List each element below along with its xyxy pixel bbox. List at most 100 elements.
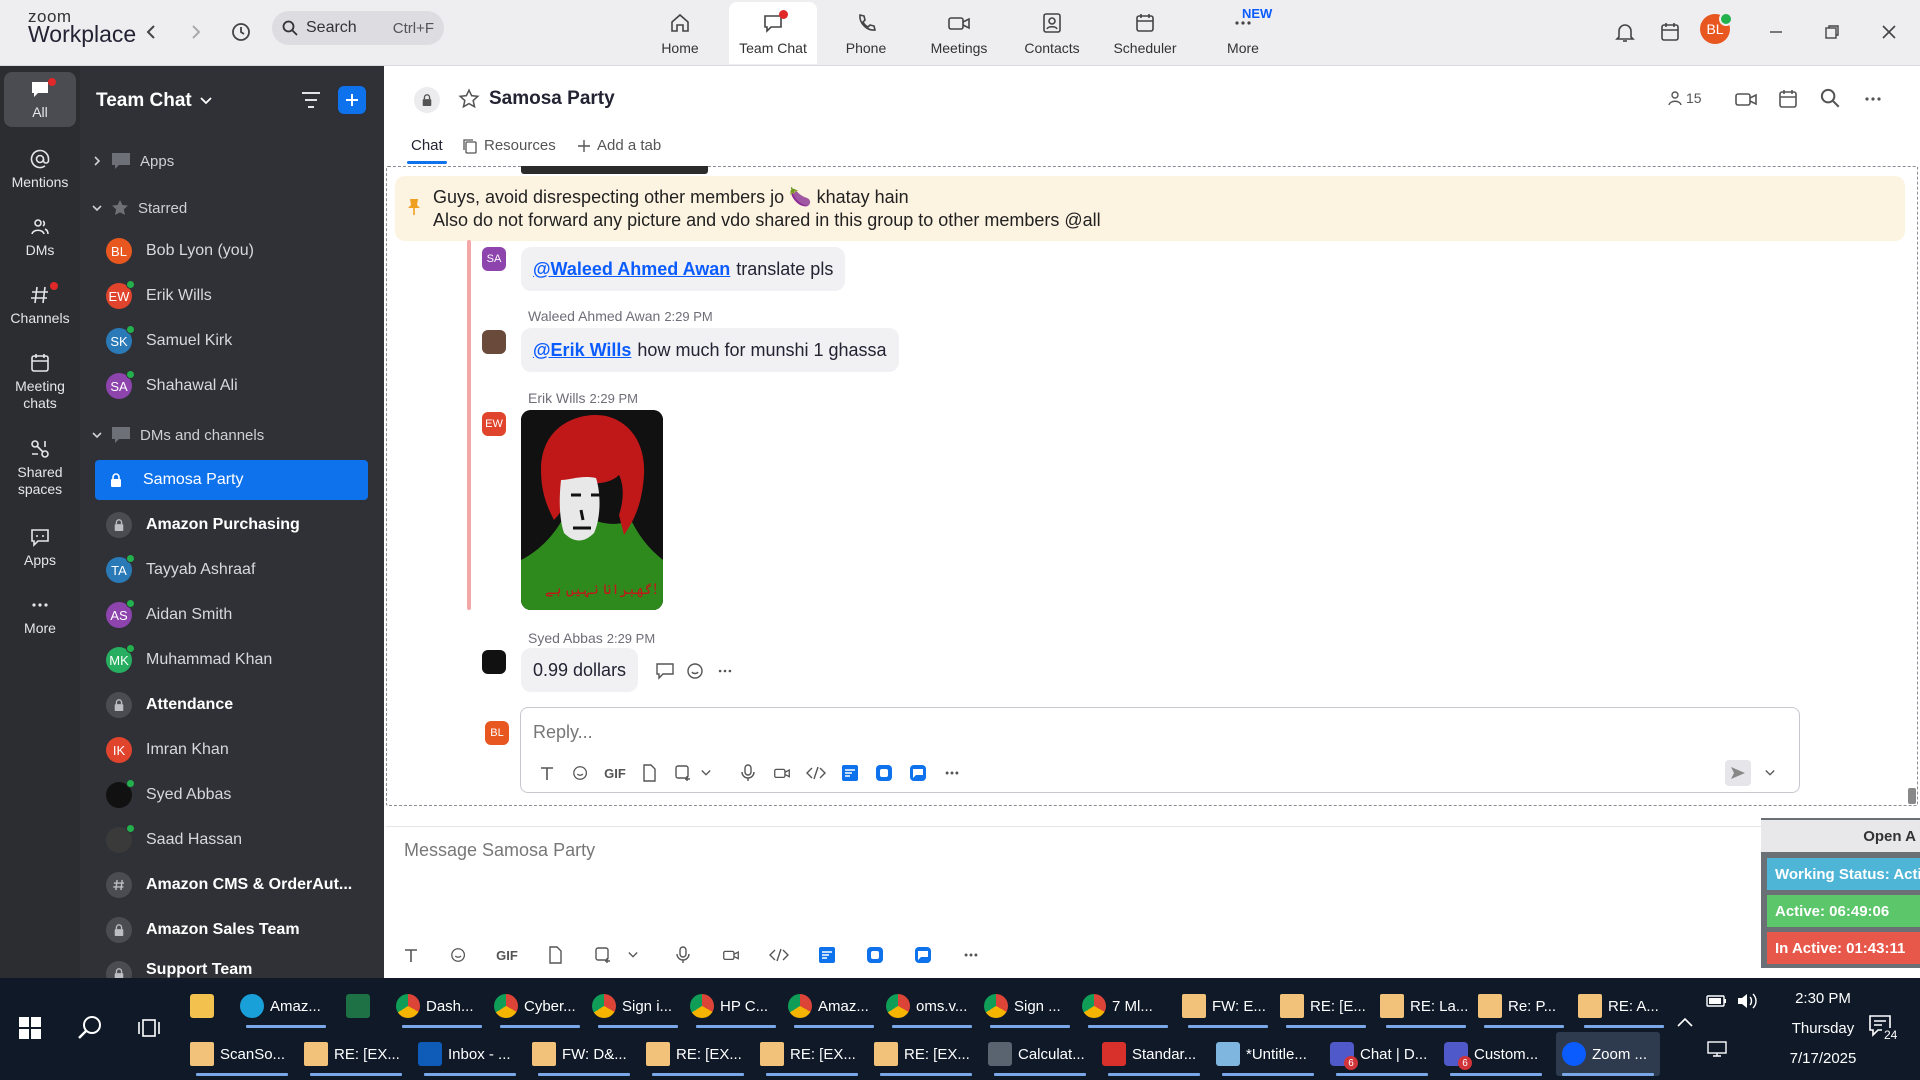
taskbar-mail-10[interactable]: RE: [EX... xyxy=(760,1032,864,1076)
rail-shared-spaces[interactable]: Shared spaces xyxy=(4,438,76,498)
taskbar-teams-1[interactable]: 6 Chat | D... xyxy=(1330,1032,1434,1076)
section-dms-and-channels[interactable]: DMs and channels xyxy=(92,420,372,450)
nav-contacts[interactable]: Contacts xyxy=(1008,2,1096,64)
message-bubble[interactable]: 0.99 dollars xyxy=(521,648,639,692)
nav-phone[interactable]: Phone xyxy=(822,2,910,64)
app-blue-1-icon[interactable] xyxy=(814,942,840,968)
scrollbar-thumb[interactable] xyxy=(1908,788,1916,804)
taskbar-notepad[interactable]: *Untitle... xyxy=(1216,1032,1320,1076)
emoji-reaction-icon[interactable] xyxy=(686,662,706,680)
taskbar-outlook[interactable]: Inbox - ... xyxy=(418,1032,522,1076)
taskbar-mail-3[interactable]: RE: La... xyxy=(1380,984,1472,1028)
video-call-icon[interactable] xyxy=(1734,88,1758,110)
avatar[interactable]: EW xyxy=(482,412,506,436)
app-blue-2-icon[interactable] xyxy=(871,760,897,786)
members-button[interactable]: 15 xyxy=(1668,90,1702,106)
tab-chat[interactable]: Chat xyxy=(407,137,447,164)
rail-mentions[interactable]: Mentions xyxy=(4,148,76,191)
sidebar-title[interactable]: Team Chat xyxy=(96,90,212,112)
file-icon[interactable] xyxy=(542,942,568,968)
app-blue-3-icon[interactable] xyxy=(905,760,931,786)
search-box[interactable]: Search Ctrl+F xyxy=(272,11,444,45)
file-icon[interactable] xyxy=(636,760,662,786)
forward-arrow-icon[interactable] xyxy=(182,18,210,46)
sidebar-item-muhammad-khan[interactable]: MK Muhammad Khan xyxy=(92,640,368,680)
network-icon[interactable] xyxy=(1706,1040,1728,1058)
nav-meetings[interactable]: Meetings xyxy=(915,2,1003,64)
taskbar-zoom[interactable]: Zoom ... xyxy=(1556,1032,1660,1076)
taskbar-excel[interactable] xyxy=(346,984,380,1028)
send-options-chevron-icon[interactable] xyxy=(1757,760,1783,786)
notification-center-icon[interactable]: 24 xyxy=(1868,1014,1900,1044)
sidebar-item-support-team[interactable]: Support Team xyxy=(92,955,368,978)
sidebar-item-amazon-cms[interactable]: Amazon CMS & OrderAut... xyxy=(92,865,368,905)
mention-link[interactable]: @Erik Wills xyxy=(533,340,631,361)
reply-box[interactable]: Reply... GIF xyxy=(520,707,1800,793)
calendar-icon[interactable] xyxy=(1656,18,1684,46)
taskbar-mail-5[interactable]: RE: A... xyxy=(1578,984,1670,1028)
format-text-icon[interactable] xyxy=(534,760,560,786)
taskbar-chrome-6[interactable]: oms.v... xyxy=(886,984,978,1028)
sidebar-item-samuel-kirk[interactable]: SK Samuel Kirk xyxy=(92,321,368,361)
chevron-down-icon[interactable] xyxy=(620,942,646,968)
taskbar-mail-6[interactable]: ScanSo... xyxy=(190,1032,294,1076)
send-icon[interactable] xyxy=(1725,760,1751,786)
channel-title[interactable]: Samosa Party xyxy=(489,88,615,110)
taskbar-chrome-2[interactable]: Cyber... xyxy=(494,984,586,1028)
code-icon[interactable] xyxy=(803,760,829,786)
reply-input[interactable]: Reply... xyxy=(533,722,593,743)
video-message-icon[interactable] xyxy=(769,760,795,786)
format-text-icon[interactable] xyxy=(398,942,424,968)
schedule-icon[interactable] xyxy=(1777,88,1799,110)
sidebar-item-bob-lyon[interactable]: BL Bob Lyon (you) xyxy=(92,231,368,271)
emoji-icon[interactable] xyxy=(446,942,472,968)
microphone-icon[interactable] xyxy=(670,942,696,968)
gif-icon[interactable]: GIF xyxy=(602,760,628,786)
taskbar-chrome-1[interactable]: Dash... xyxy=(396,984,488,1028)
volume-icon[interactable] xyxy=(1736,992,1758,1010)
sidebar-item-samosa-party[interactable]: Samosa Party xyxy=(95,460,368,500)
profile-avatar[interactable]: BL xyxy=(1700,12,1733,44)
mention-link[interactable]: @Waleed Ahmed Awan xyxy=(533,259,730,280)
sidebar-item-shahawal-ali[interactable]: SA Shahawal Ali xyxy=(92,366,368,406)
sidebar-item-aidan-smith[interactable]: AS Aidan Smith xyxy=(92,595,368,635)
sidebar-item-erik-wills[interactable]: EW Erik Wills xyxy=(92,276,368,316)
section-apps[interactable]: Apps xyxy=(92,146,372,176)
sidebar-item-syed-abbas[interactable]: Syed Abbas xyxy=(92,775,368,815)
search-icon[interactable] xyxy=(76,1014,104,1042)
taskbar-chrome-7[interactable]: Sign ... xyxy=(984,984,1076,1028)
bell-icon[interactable] xyxy=(1611,18,1639,46)
taskbar-chrome-5[interactable]: Amaz... xyxy=(788,984,880,1028)
chevron-down-icon[interactable] xyxy=(693,760,719,786)
star-icon[interactable] xyxy=(458,88,480,110)
nav-scheduler[interactable]: Scheduler xyxy=(1101,2,1189,64)
nav-home[interactable]: Home xyxy=(636,2,724,64)
screenshot-icon[interactable] xyxy=(590,942,616,968)
pinned-message[interactable]: Guys, avoid disrespecting other members … xyxy=(395,176,1905,241)
rail-all[interactable]: All xyxy=(4,72,76,127)
search-icon[interactable] xyxy=(1820,88,1840,108)
avatar[interactable] xyxy=(482,650,506,674)
sidebar-item-tayyab-ashraaf[interactable]: TA Tayyab Ashraaf xyxy=(92,550,368,590)
taskbar-mail-11[interactable]: RE: [EX... xyxy=(874,1032,978,1076)
battery-icon[interactable] xyxy=(1706,994,1728,1008)
sidebar-item-amazon-purchasing[interactable]: Amazon Purchasing xyxy=(92,505,368,545)
close-icon[interactable] xyxy=(1875,18,1903,46)
shared-image[interactable]: گھبرانا نہیں ہے! xyxy=(521,410,663,610)
gif-icon[interactable]: GIF xyxy=(494,942,520,968)
taskbar-mail-7[interactable]: RE: [EX... xyxy=(304,1032,408,1076)
avatar[interactable]: SA xyxy=(482,247,506,271)
taskbar-edge[interactable]: Amaz... xyxy=(240,984,332,1028)
taskbar-mail-9[interactable]: RE: [EX... xyxy=(646,1032,750,1076)
microphone-icon[interactable] xyxy=(735,760,761,786)
nav-team-chat[interactable]: Team Chat xyxy=(729,2,817,64)
taskbar-mail-8[interactable]: FW: D&... xyxy=(532,1032,636,1076)
message-bubble[interactable]: @Erik Wills how much for munshi 1 ghassa xyxy=(521,328,899,372)
rail-more[interactable]: More xyxy=(4,594,76,637)
section-starred[interactable]: Starred xyxy=(92,193,372,223)
code-icon[interactable] xyxy=(766,942,792,968)
taskbar-calculator[interactable]: Calculat... xyxy=(988,1032,1092,1076)
sidebar-item-amazon-sales-team[interactable]: Amazon Sales Team xyxy=(92,910,368,950)
taskbar-chrome-3[interactable]: Sign i... xyxy=(592,984,684,1028)
app-blue-2-icon[interactable] xyxy=(862,942,888,968)
